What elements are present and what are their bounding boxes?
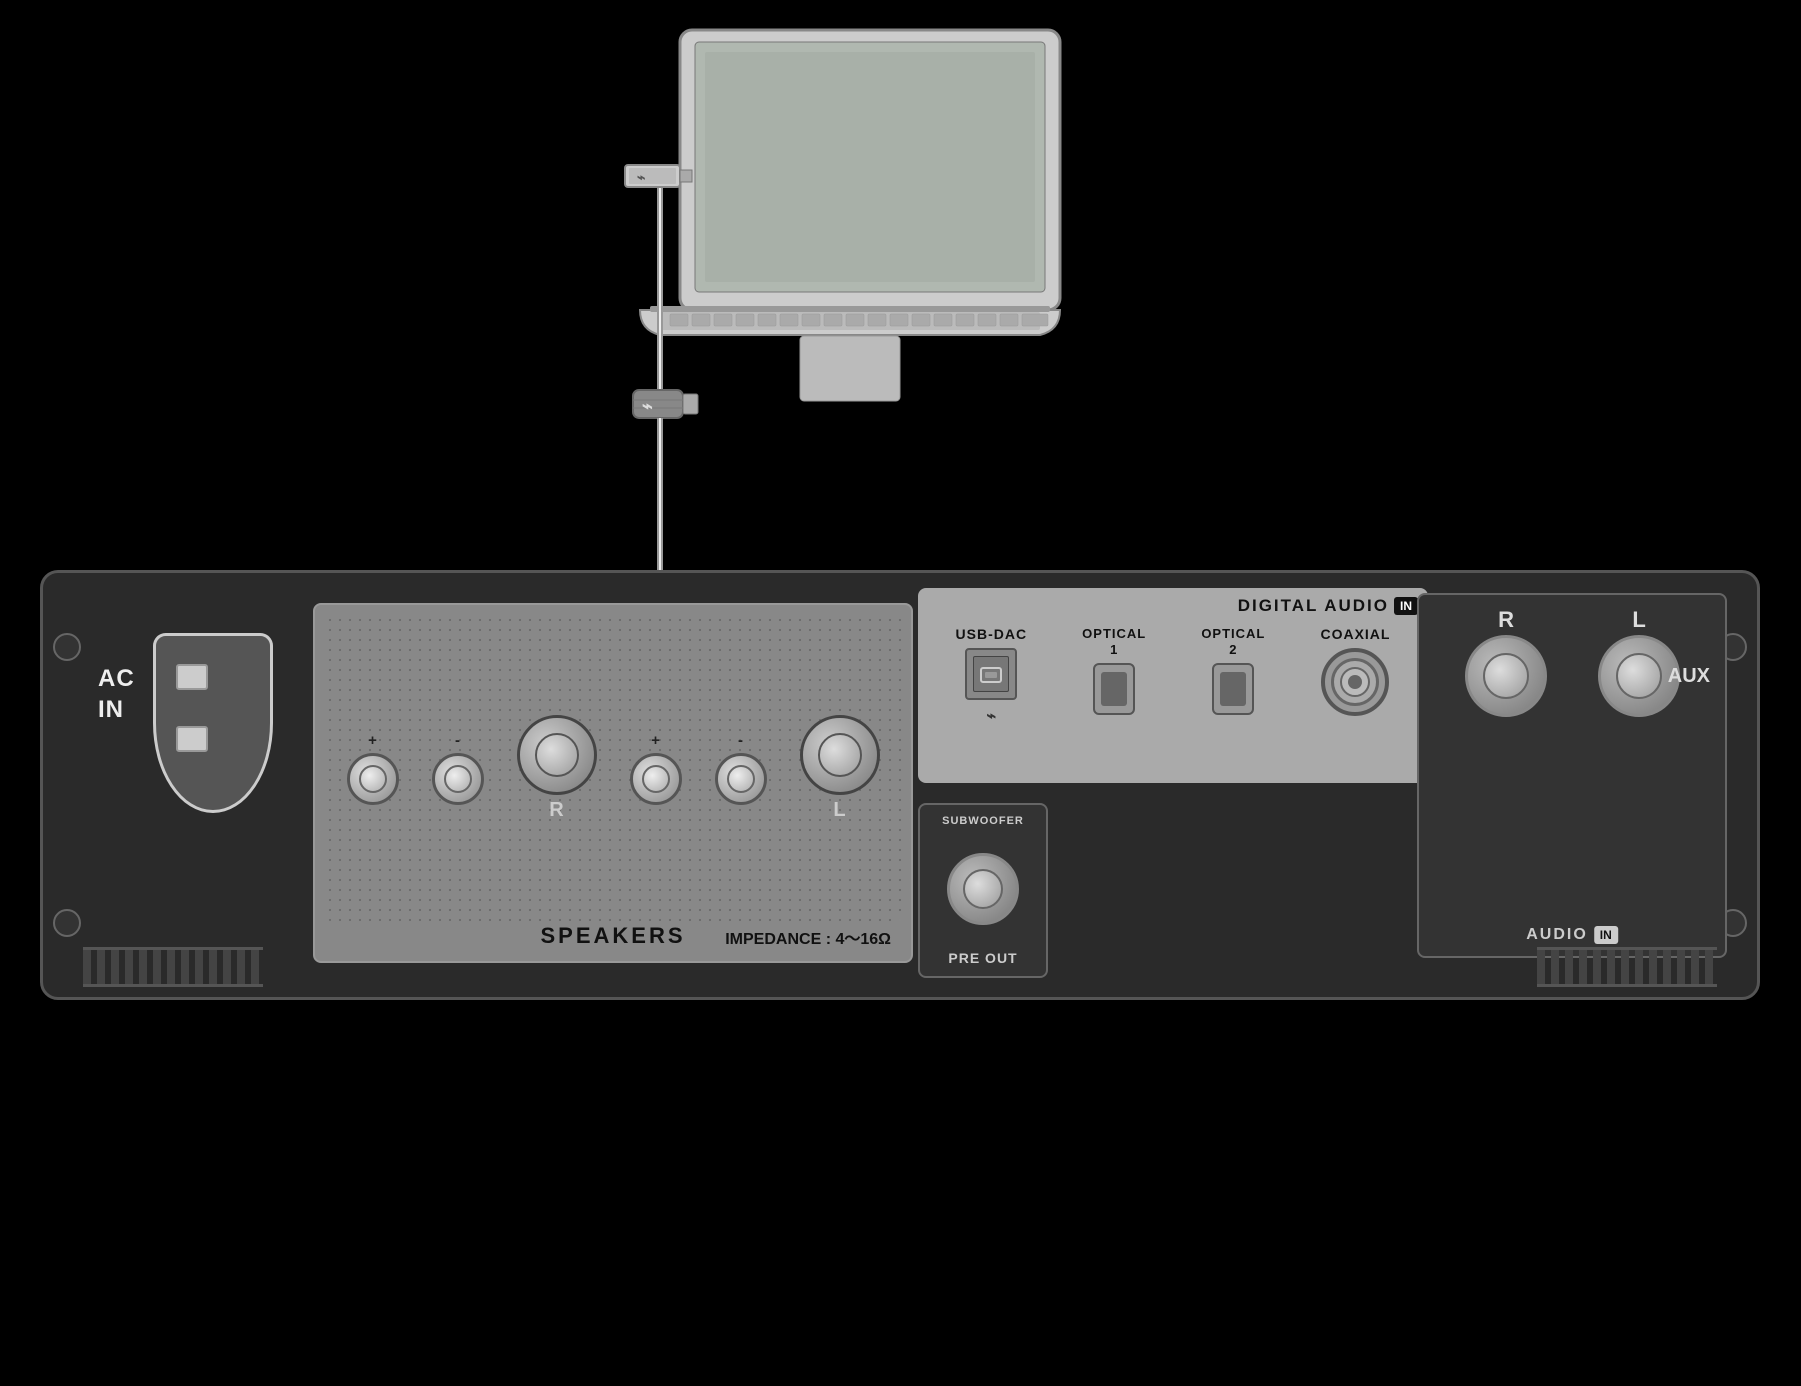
coaxial-port-group: COAXIAL bbox=[1320, 626, 1390, 716]
sp-ll-plus: + bbox=[368, 732, 377, 749]
subwoofer-label: SUBWOOFER bbox=[942, 815, 1024, 827]
sp-rr-minus: - bbox=[738, 732, 743, 749]
optical1-port[interactable] bbox=[1093, 663, 1135, 715]
sp-terminal-l-main[interactable] bbox=[800, 715, 880, 795]
deco-line-right bbox=[1537, 947, 1717, 987]
usb-dac-port[interactable] bbox=[965, 648, 1017, 700]
digital-audio-label: DIGITAL AUDIO bbox=[1238, 596, 1389, 616]
digital-audio-header: DIGITAL AUDIO IN bbox=[1238, 596, 1418, 616]
audio-r-label: R bbox=[1498, 607, 1514, 633]
screw-bottom-left bbox=[53, 909, 81, 937]
sp-terminal-r-main[interactable] bbox=[517, 715, 597, 795]
usb-symbol: ⌁ bbox=[986, 706, 996, 726]
audio-in-badge: IN bbox=[1594, 926, 1618, 944]
coaxial-label: COAXIAL bbox=[1320, 626, 1390, 642]
audio-knobs-row: AUX bbox=[1419, 635, 1725, 717]
sp-terminal-ll-pos[interactable] bbox=[347, 753, 399, 805]
sp-terminal-ll-neg[interactable] bbox=[432, 753, 484, 805]
amplifier-body: AC IN + - bbox=[40, 570, 1760, 1000]
ac-in-label: AC IN bbox=[98, 663, 135, 725]
optical1-label: OPTICAL1 bbox=[1082, 626, 1146, 657]
optical1-port-group: OPTICAL1 bbox=[1082, 626, 1146, 715]
speakers-label: SPEAKERS bbox=[540, 923, 685, 949]
speakers-section: + - R + bbox=[313, 603, 913, 963]
digital-in-badge: IN bbox=[1394, 597, 1418, 615]
impedance-label: IMPEDANCE : 4～16Ω bbox=[725, 925, 891, 949]
sp-rr-plus: + bbox=[651, 732, 660, 749]
sp-r-label: R bbox=[549, 799, 563, 822]
audio-rl-labels: R L bbox=[1419, 607, 1725, 633]
usb-dac-port-group: USB-DAC ⌁ bbox=[956, 626, 1028, 726]
ac-in-section: AC IN bbox=[98, 613, 298, 963]
deco-line-left bbox=[83, 947, 263, 987]
svg-text:⌁: ⌁ bbox=[637, 169, 645, 185]
optical2-label: OPTICAL2 bbox=[1201, 626, 1265, 657]
sp-terminal-rr-neg[interactable] bbox=[715, 753, 767, 805]
svg-text:⌁: ⌁ bbox=[642, 396, 653, 416]
sp-l-label: L bbox=[833, 799, 845, 822]
audio-in-section: R L AUX AUDIO IN bbox=[1417, 593, 1727, 958]
usb-dac-label: USB-DAC bbox=[956, 626, 1028, 642]
preout-knob[interactable] bbox=[947, 853, 1019, 925]
screw-top-left bbox=[53, 633, 81, 661]
audio-label: AUDIO bbox=[1526, 926, 1588, 944]
sp-ll-minus: - bbox=[455, 732, 460, 749]
audio-r-knob[interactable] bbox=[1465, 635, 1547, 717]
audio-l-label: L bbox=[1632, 607, 1645, 633]
optical2-port-group: OPTICAL2 bbox=[1201, 626, 1265, 715]
aux-label: AUX bbox=[1668, 665, 1710, 688]
audio-in-footer: AUDIO IN bbox=[1526, 926, 1618, 944]
coaxial-port[interactable] bbox=[1321, 648, 1389, 716]
digital-audio-section: DIGITAL AUDIO IN USB-DAC ⌁ bbox=[918, 588, 1428, 783]
sp-terminal-rr-pos[interactable] bbox=[630, 753, 682, 805]
bottom-decorative-lines bbox=[83, 947, 1717, 987]
optical2-port[interactable] bbox=[1212, 663, 1254, 715]
